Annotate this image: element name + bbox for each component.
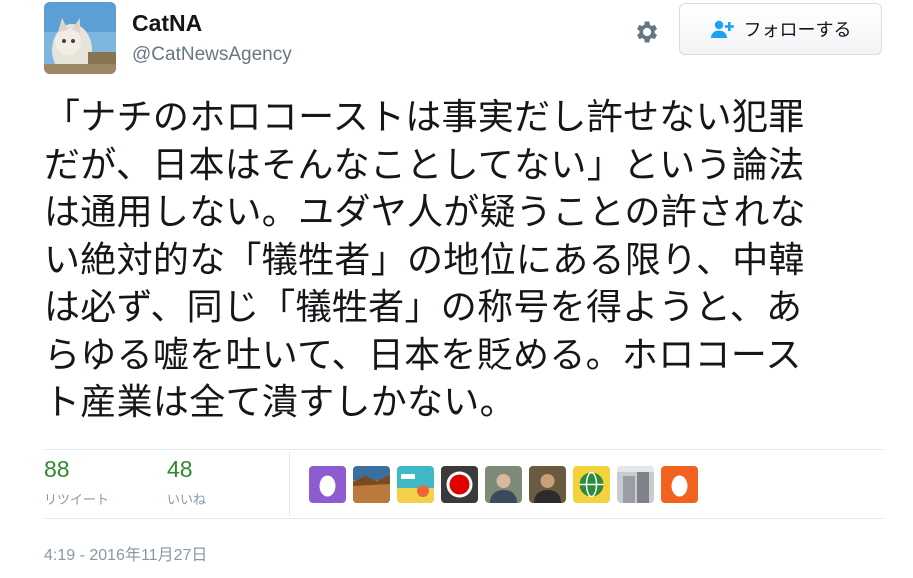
egg-avatar-icon	[661, 466, 698, 503]
retweet-count: 88	[44, 456, 70, 482]
flag-avatar-icon	[441, 466, 478, 503]
cartoon-avatar-icon	[397, 466, 434, 503]
timestamp[interactable]: 4:19 - 2016年11月27日	[44, 541, 207, 565]
tweet-line: らゆる嘘を吐いて、日本を貶める。ホロコース	[44, 334, 802, 376]
like-label: いいね	[167, 493, 207, 508]
landscape-avatar-icon	[353, 466, 390, 503]
liker-avatar[interactable]	[617, 466, 654, 503]
globe-avatar-icon	[573, 466, 610, 503]
liker-avatar[interactable]	[309, 466, 346, 503]
person-add-icon	[710, 20, 734, 38]
display-name[interactable]: CatNA	[132, 10, 202, 37]
divider-bottom	[44, 518, 884, 519]
building-avatar-icon	[617, 466, 654, 503]
tweet-line: 「ナチのホロコーストは事実だし許せない犯罪	[44, 97, 805, 138]
like-stat[interactable]: 48 いいね	[167, 456, 206, 508]
screen-name[interactable]: @CatNewsAgency	[132, 44, 292, 66]
like-count: 48	[167, 456, 193, 482]
liker-avatar[interactable]	[529, 466, 566, 503]
gear-icon	[637, 21, 658, 43]
liker-avatar[interactable]	[573, 466, 610, 503]
settings-button[interactable]	[630, 16, 662, 48]
tweet-line: ト産業は全て潰すしかない。	[44, 382, 516, 423]
follow-button-label: フォローする	[743, 20, 852, 41]
egg-avatar-icon	[309, 466, 346, 503]
tweet-line: は通用しない。ユダヤ人が疑うことの許されな	[44, 192, 806, 233]
avatar[interactable]	[44, 2, 116, 74]
liker-avatar[interactable]	[485, 466, 522, 503]
tweet-line: い絶対的な「犠牲者」の地位にある限り、中韓	[44, 239, 805, 281]
stats-separator	[289, 452, 290, 516]
liker-avatar[interactable]	[397, 466, 434, 503]
tweet-line: は必ず、同じ「犠牲者」の称号を得ようと、あ	[44, 287, 803, 328]
retweet-stat[interactable]: 88 リツイート	[44, 456, 109, 508]
follow-button[interactable]: フォローする	[679, 3, 882, 55]
tweet-text: 「ナチのホロコーストは事実だし許せない犯罪 だが、日本はそんなことしてない」とい…	[44, 94, 884, 427]
retweet-label: リツイート	[44, 493, 110, 508]
liker-avatar[interactable]	[661, 466, 698, 503]
person-photo-avatar-icon	[485, 466, 522, 503]
tweet-line: だが、日本はそんなことしてない」という論法	[44, 144, 805, 186]
cat-photo-icon	[44, 2, 116, 74]
person-photo-avatar-icon	[529, 466, 566, 503]
liker-avatar[interactable]	[353, 466, 390, 503]
liker-avatars	[309, 466, 698, 503]
liker-avatar[interactable]	[441, 466, 478, 503]
divider-top	[44, 449, 884, 450]
